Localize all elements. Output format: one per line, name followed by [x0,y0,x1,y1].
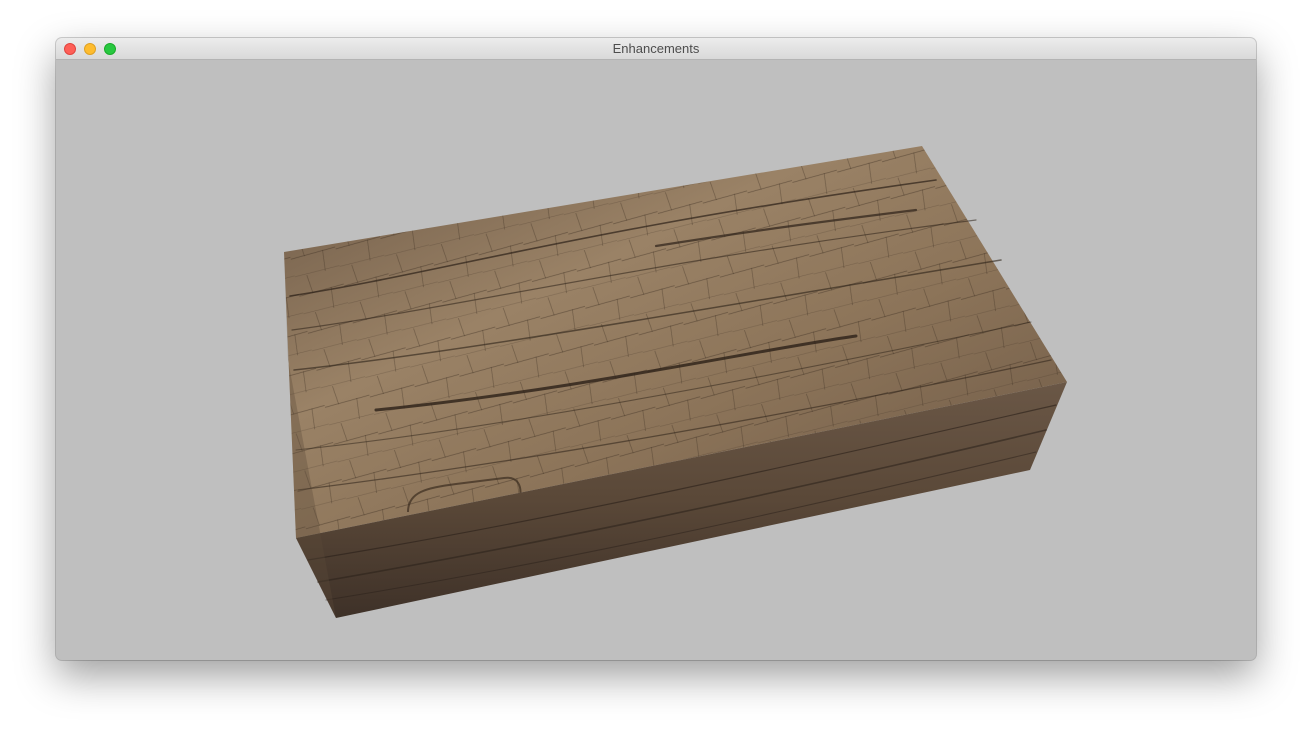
title-bar[interactable]: Enhancements [56,38,1256,60]
wood-box[interactable] [284,146,1067,620]
app-window: Enhancements [56,38,1256,660]
scene-canvas[interactable] [56,60,1256,660]
render-viewport[interactable] [56,60,1256,660]
window-title: Enhancements [612,41,700,56]
